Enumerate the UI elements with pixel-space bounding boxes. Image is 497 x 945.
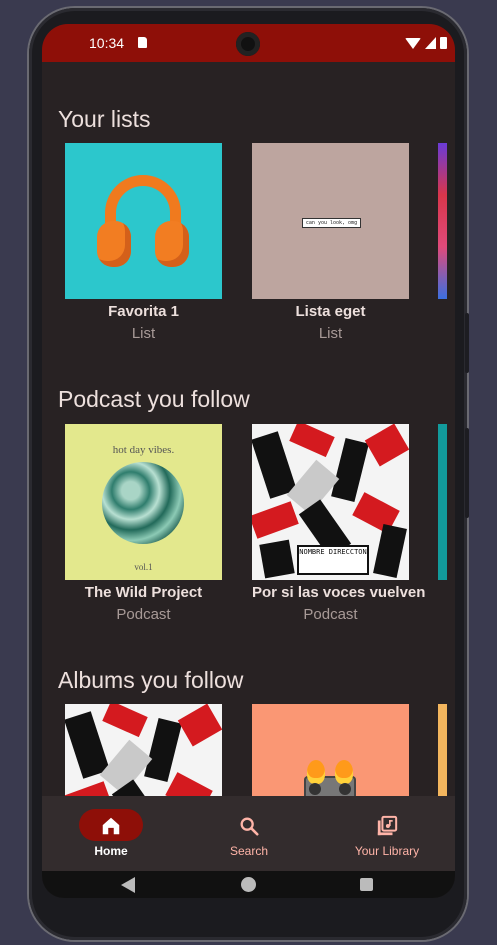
status-time: 10:34 <box>89 35 125 51</box>
k-pattern-artwork: NOMBRE DIRECCTON <box>252 424 409 580</box>
card-title: Por si las voces vuelven <box>252 584 426 601</box>
card-subtitle: Podcast <box>303 606 358 623</box>
home-button-icon[interactable] <box>241 877 256 892</box>
card-subtitle: List <box>131 325 156 342</box>
section-title-your-lists: Your lists <box>58 106 151 132</box>
headphones-artwork <box>65 143 222 299</box>
hot-day-vibes-artwork: hot day vibes. vol.1 <box>65 424 222 580</box>
k-pattern-artwork <box>65 704 222 796</box>
card-title: The Wild Project <box>84 584 203 601</box>
bottom-navigation: Home Search Your Library <box>42 796 455 871</box>
album-card-2[interactable] <box>252 704 409 796</box>
list-card-peek[interactable] <box>438 143 447 299</box>
podcast-card-peek[interactable] <box>438 424 447 580</box>
recents-icon[interactable] <box>360 878 373 891</box>
section-title-albums: Albums you follow <box>58 667 244 693</box>
list-card-lista-eget[interactable]: can you look, omg Lista eget List <box>252 143 409 342</box>
boombox-artwork <box>252 704 409 796</box>
list-card-favorita[interactable]: Favorita 1 List <box>65 143 222 342</box>
back-icon[interactable] <box>121 877 135 893</box>
status-icons <box>405 36 447 50</box>
nav-label: Your Library <box>354 844 420 858</box>
home-content[interactable]: Your lists Favorita 1 List can you look,… <box>42 62 455 796</box>
nav-search[interactable]: Search <box>180 796 318 871</box>
system-navigation-bar <box>42 871 455 898</box>
sd-card-icon <box>138 37 147 48</box>
app-screen: 10:34 Your lists Favorita 1 List can you… <box>42 24 455 898</box>
artwork-subcaption: vol.1 <box>134 562 153 572</box>
card-title: Favorita 1 <box>108 303 179 320</box>
power-button <box>465 428 469 518</box>
album-card-1[interactable] <box>65 704 222 796</box>
card-subtitle: Podcast <box>116 606 171 623</box>
podcast-card-wild-project[interactable]: hot day vibes. vol.1 The Wild Project Po… <box>65 424 222 623</box>
artwork-caption: can you look, omg <box>302 218 361 228</box>
podcast-card-por-si-las-voces[interactable]: NOMBRE DIRECCTON Por si las voces vuelve… <box>252 424 426 623</box>
status-bar: 10:34 <box>42 24 455 62</box>
artwork-caption: NOMBRE DIRECCTON <box>297 545 369 575</box>
nav-label: Home <box>94 844 128 858</box>
battery-icon <box>440 37 447 49</box>
nav-home[interactable]: Home <box>42 796 180 871</box>
search-icon <box>240 817 259 836</box>
album-card-peek[interactable] <box>438 704 447 796</box>
volume-button <box>465 313 469 373</box>
section-title-podcasts: Podcast you follow <box>58 386 250 412</box>
nav-library[interactable]: Your Library <box>318 796 455 871</box>
nav-label: Search <box>229 844 269 858</box>
signal-icon <box>425 37 436 49</box>
card-subtitle: List <box>318 325 343 342</box>
list-artwork: can you look, omg <box>252 143 409 299</box>
artwork-caption: hot day vibes. <box>112 444 175 456</box>
home-icon <box>102 817 120 835</box>
card-title: Lista eget <box>295 303 366 320</box>
camera-cutout <box>236 32 260 56</box>
wifi-icon <box>405 37 421 49</box>
library-icon <box>377 815 398 836</box>
